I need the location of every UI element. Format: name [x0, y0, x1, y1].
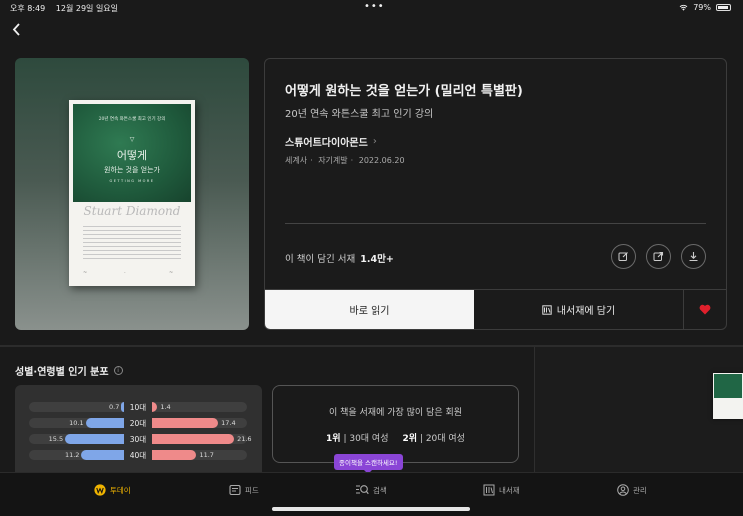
share-button[interactable] — [646, 244, 671, 269]
tab-feed[interactable]: 피드 — [229, 483, 259, 497]
feed-icon — [229, 484, 241, 496]
label-female: 17.4 — [221, 419, 236, 427]
book-title: 어떻게 원하는 것을 얻는가 (밀리언 특별판) — [285, 84, 523, 99]
rank-second-group: 20대 여성 — [425, 434, 465, 444]
tab-manage[interactable]: 관리 — [617, 483, 647, 497]
chevron-right-icon: › — [372, 136, 377, 147]
search-icon — [356, 485, 369, 495]
share-icon — [653, 251, 664, 261]
tab-search[interactable]: 검색 — [355, 483, 387, 497]
cover-emblem-icon: ▽ — [129, 136, 135, 143]
distribution-row: 0.7 1.4 10대 — [29, 402, 247, 412]
cover-endorsement-mark-2: ~ — [169, 270, 174, 276]
label-female: 21.6 — [237, 435, 252, 443]
age-label: 40대 — [129, 451, 147, 460]
shelf-label: 이 책이 담긴 서재 — [285, 254, 356, 265]
tab-today[interactable]: 투데이 — [94, 483, 131, 497]
multitask-dots-icon[interactable]: ••• — [364, 1, 385, 12]
divider — [285, 223, 706, 224]
tab-library[interactable]: 내서재 — [483, 483, 520, 497]
distribution-row: 10.1 17.4 20대 — [29, 418, 247, 428]
bar-male — [81, 450, 124, 460]
shelf-count-row: 이 책이 담긴 서재 1.4만+ — [285, 251, 394, 265]
book-info-panel: 어떻게 원하는 것을 얻는가 (밀리언 특별판) 20년 연속 와튼스쿨 최고 … — [264, 58, 727, 330]
profile-icon — [617, 484, 629, 496]
bar-female — [152, 434, 235, 444]
cover-endorsement-mark: ~ — [83, 270, 88, 276]
bar-female — [152, 450, 197, 460]
download-button[interactable] — [681, 244, 706, 269]
library-icon — [483, 484, 495, 496]
top-member-ranks: 1위 | 30대 여성 2위 | 20대 여성 — [326, 434, 465, 444]
tab-library-label: 내서재 — [499, 485, 520, 495]
rank-first: 1위 — [326, 434, 341, 444]
battery-percent: 79% — [693, 3, 711, 12]
bar-male — [65, 434, 124, 444]
scan-tooltip[interactable]: 종이책을 스캔하세요! — [334, 454, 403, 474]
age-label: 20대 — [129, 419, 147, 428]
tab-feed-label: 피드 — [245, 485, 259, 495]
label-female: 11.7 — [199, 451, 214, 459]
battery-icon — [716, 4, 731, 11]
author-name: 스튜어트다이아몬드 — [285, 138, 368, 149]
bar-female — [152, 418, 219, 428]
status-date: 12월 29일 일요일 — [55, 4, 119, 13]
rank-first-group: 30대 여성 — [349, 434, 389, 444]
cover-title-line2: 원하는 것을 얻는가 — [104, 166, 160, 174]
shelf-add-icon — [542, 304, 552, 315]
chevron-left-icon — [12, 22, 20, 36]
cover-english-title: GETTING MORE — [109, 179, 155, 183]
top-member-box: 이 책을 서재에 가장 많이 담은 회원 1위 | 30대 여성 2위 | 20대… — [272, 385, 519, 463]
today-icon — [94, 484, 106, 496]
rank-second: 2위 — [402, 434, 418, 444]
book-cover[interactable]: 20년 연속 와튼스쿨 최고 인기 강의 ▽ 어떻게 원하는 것을 얻는가 GE… — [69, 100, 195, 286]
publish-date: 2022.06.20 — [358, 156, 405, 165]
label-male: 15.5 — [48, 435, 64, 443]
status-time: 오후 8:49 — [10, 4, 46, 13]
cover-author-signature: Stuart Diamond — [83, 204, 181, 218]
cover-panel: 20년 연속 와튼스쿨 최고 인기 강의 ▽ 어떻게 원하는 것을 얻는가 GE… — [15, 58, 249, 330]
distribution-row: 11.2 11.7 40대 — [29, 450, 247, 460]
tab-manage-label: 관리 — [633, 485, 647, 495]
book-meta: 세계사 · 자기계발 · 2022.06.20 — [285, 156, 405, 165]
read-now-button[interactable]: 바로 읽기 — [265, 290, 474, 329]
author-link[interactable]: 스튜어트다이아몬드 › — [285, 134, 377, 149]
shelf-count: 1.4만+ — [360, 254, 394, 265]
distribution-title-text: 성별·연령별 인기 분포 — [15, 367, 109, 378]
cover-blurb — [83, 226, 181, 262]
wifi-icon — [679, 4, 688, 11]
cover-title-line1: 어떻게 — [116, 149, 148, 162]
info-icon[interactable]: i — [113, 366, 123, 375]
label-male: 10.1 — [69, 419, 84, 427]
category: 자기계발 — [318, 156, 348, 165]
publisher: 세계사 — [285, 156, 308, 165]
age-label: 30대 — [129, 435, 147, 444]
status-bar: 오후 8:49 12월 29일 일요일 ••• 79% — [0, 0, 743, 16]
tab-search-label: 검색 — [373, 485, 387, 495]
back-button[interactable] — [8, 20, 24, 38]
write-review-button[interactable] — [611, 244, 636, 269]
add-to-shelf-button[interactable]: 내서재에 담기 — [474, 290, 684, 329]
label-male: 11.2 — [64, 451, 80, 459]
top-member-heading: 이 책을 서재에 가장 많이 담은 회원 — [328, 408, 463, 418]
cover-publisher-mark: · — [124, 270, 126, 276]
cover-top-text: 20년 연속 와튼스쿨 최고 인기 강의 — [98, 117, 166, 122]
edit-icon — [618, 252, 628, 261]
label-male: 0.7 — [109, 403, 120, 411]
download-icon — [689, 252, 698, 262]
distribution-row: 15.5 21.6 30대 — [29, 434, 252, 444]
add-to-shelf-label: 내서재에 담기 — [556, 306, 616, 317]
distribution-title: 성별·연령별 인기 분포 i — [15, 363, 123, 378]
like-button[interactable] — [684, 290, 726, 329]
mini-book-thumbnail[interactable] — [713, 373, 743, 419]
heart-icon — [699, 304, 711, 315]
home-indicator[interactable] — [272, 507, 470, 511]
side-preview-panel — [534, 347, 743, 472]
bar-male — [85, 418, 124, 428]
age-label: 10대 — [129, 403, 147, 412]
distribution-chart: 0.7 1.4 10대 10.1 17.4 20대 15.5 21.6 30대 11.2 11.7 4… — [15, 385, 262, 475]
tab-today-label: 투데이 — [110, 485, 131, 495]
label-female: 1.4 — [160, 403, 171, 411]
book-subtitle: 20년 연속 와튼스쿨 최고 인기 강의 — [285, 109, 434, 120]
